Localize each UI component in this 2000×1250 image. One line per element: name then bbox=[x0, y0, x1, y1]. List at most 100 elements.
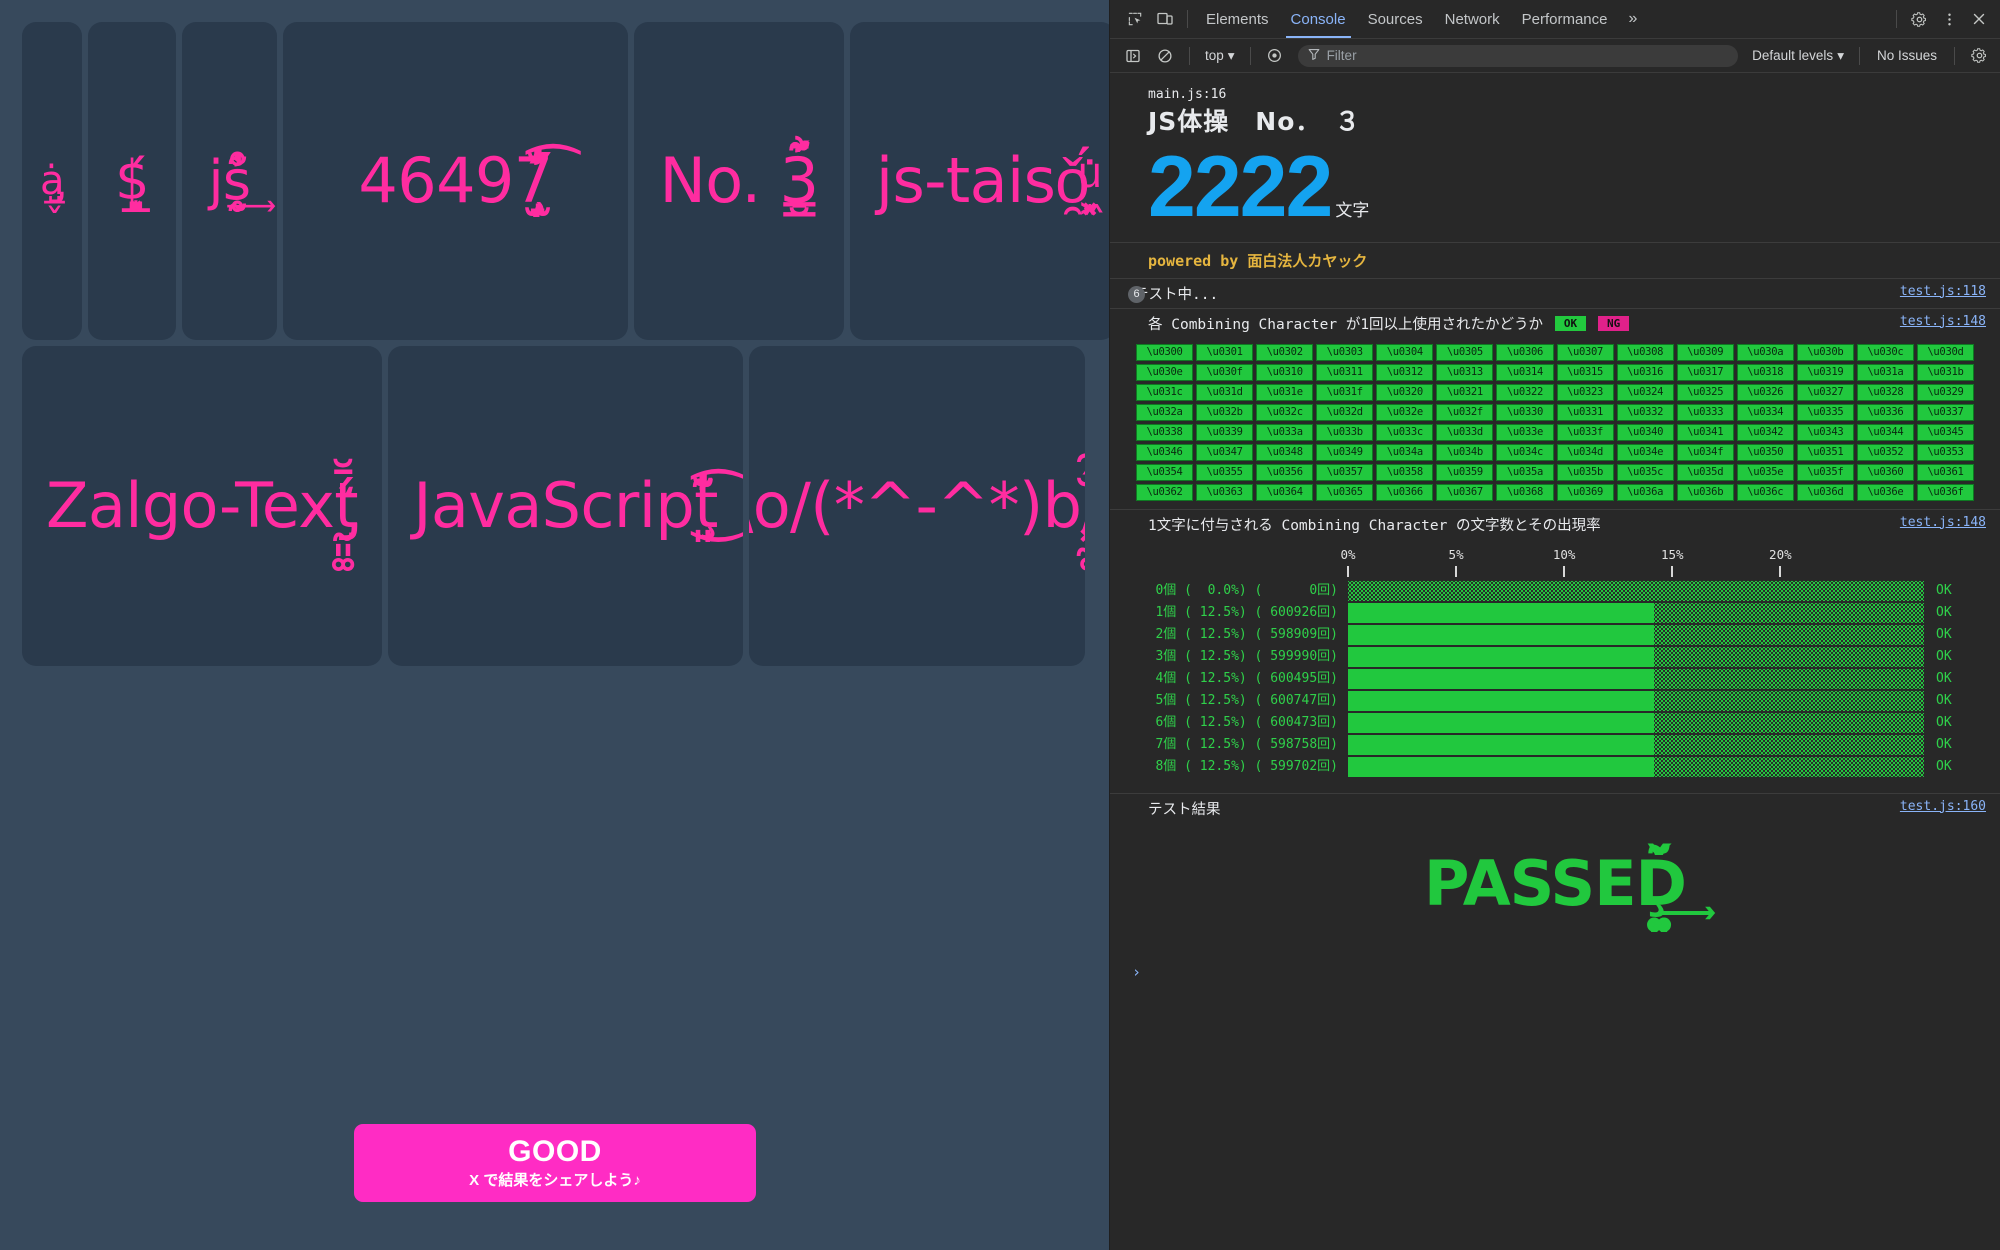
console-toolbar: top ▾ Default levels ▾ No Issues bbox=[1110, 39, 2000, 73]
result-source-link[interactable]: test.js:160 bbox=[1900, 799, 1986, 814]
zalgo-card-js-taiso[interactable]: js-taisǒ̯͖͙͓́̇ͧ bbox=[850, 22, 1109, 340]
histogram-row: 2個 ( 12.5%) ( 598909回) OK bbox=[1136, 624, 1986, 645]
tabbar-divider-right bbox=[1896, 10, 1897, 28]
combining-char-cell: \u0341 bbox=[1676, 423, 1734, 441]
combining-char-cell: \u034a bbox=[1376, 443, 1434, 461]
tab-network[interactable]: Network bbox=[1434, 0, 1511, 38]
combining-char-cell: \u0312 bbox=[1376, 363, 1434, 381]
histogram-row-status: OK bbox=[1936, 582, 1952, 598]
combining-char-cell: \u033e bbox=[1496, 423, 1554, 441]
combining-char-cell: \u0345 bbox=[1916, 423, 1974, 441]
testing-source-link[interactable]: test.js:118 bbox=[1900, 284, 1986, 299]
combining-char-cell: \u032d bbox=[1316, 403, 1374, 421]
execution-context-select[interactable]: top ▾ bbox=[1199, 46, 1241, 66]
axis-tick-mark bbox=[1563, 565, 1566, 577]
clear-console-icon[interactable] bbox=[1150, 42, 1180, 70]
combining-char-cell: \u035b bbox=[1556, 463, 1614, 481]
banner-char-count: 2222 bbox=[1148, 139, 1333, 235]
zalgo-card-dollar[interactable]: $̲̟͓͈́ bbox=[88, 22, 176, 340]
histogram-bar-fill bbox=[1348, 602, 1655, 623]
console-settings-gear-icon[interactable] bbox=[1964, 42, 1994, 70]
zalgo-card-js[interactable]: js̰̥̓̊̃͢ bbox=[182, 22, 277, 340]
combining-char-cell: \u0342 bbox=[1736, 423, 1794, 441]
combining-char-cell: \u0323 bbox=[1556, 383, 1614, 401]
combining-char-cell: \u0369 bbox=[1556, 483, 1614, 501]
histogram-row: 5個 ( 12.5%) ( 600747回) OK bbox=[1136, 690, 1986, 711]
cc-test-text: 各 Combining Character が1回以上使用されたかどうか bbox=[1148, 316, 1544, 333]
combining-char-histogram: 0% 5% 10% 15% 20% 0個 ( 0.0%) ( 0回) OK 1個 ( 12.… bbox=[1110, 539, 2000, 793]
console-message-result: テスト結果 test.js:160 bbox=[1110, 794, 2000, 823]
zalgo-text-dollar: $̲̟͓͈́ bbox=[115, 148, 149, 212]
card-row-bottom: Zalgo-Text̡̰͈͚́̄̆̒ JavaScripţ͈̆̓̃͜͡ \o/… bbox=[22, 346, 1085, 666]
combining-char-cell: \u0321 bbox=[1436, 383, 1494, 401]
combining-char-cell: \u030f bbox=[1196, 363, 1254, 381]
combining-char-cell: \u031a bbox=[1856, 363, 1914, 381]
combining-char-cell: \u0351 bbox=[1796, 443, 1854, 461]
combining-char-cell: \u030d bbox=[1916, 343, 1974, 361]
close-devtools-icon[interactable] bbox=[1964, 5, 1994, 33]
combining-char-cell: \u0327 bbox=[1796, 383, 1854, 401]
combining-char-cell: \u036f bbox=[1916, 483, 1974, 501]
log-levels-select[interactable]: Default levels ▾ bbox=[1746, 46, 1850, 66]
device-toolbar-icon[interactable] bbox=[1150, 5, 1180, 33]
histogram-row-label: 7個 ( 12.5%) ( 598758回) bbox=[1155, 736, 1338, 752]
combining-char-cell: \u0324 bbox=[1616, 383, 1674, 401]
settings-gear-icon[interactable] bbox=[1904, 5, 1934, 33]
combining-char-cell: \u0302 bbox=[1256, 343, 1314, 361]
combining-char-cell: \u030c bbox=[1856, 343, 1914, 361]
tab-elements[interactable]: Elements bbox=[1195, 0, 1280, 38]
no-issues-button[interactable]: No Issues bbox=[1869, 46, 1945, 65]
combining-char-cell: \u0325 bbox=[1676, 383, 1734, 401]
console-filter-box[interactable] bbox=[1297, 44, 1739, 67]
combining-char-cell: \u0310 bbox=[1256, 363, 1314, 381]
tab-sources[interactable]: Sources bbox=[1357, 0, 1434, 38]
filter-funnel-icon bbox=[1308, 47, 1320, 65]
tab-performance[interactable]: Performance bbox=[1511, 0, 1619, 38]
zalgo-card-no3[interactable]: No. 3̮̳͇́̄̃͂͗ bbox=[634, 22, 844, 340]
more-tabs-icon[interactable]: » bbox=[1619, 10, 1648, 28]
histogram-row-status: OK bbox=[1936, 736, 1952, 752]
histogram-row-label: 8個 ( 12.5%) ( 599702回) bbox=[1155, 758, 1338, 774]
combining-char-cell: \u0333 bbox=[1676, 403, 1734, 421]
axis-tick-mark bbox=[1671, 565, 1674, 577]
combining-char-cell: \u034d bbox=[1556, 443, 1614, 461]
combining-char-cell: \u0362 bbox=[1136, 483, 1194, 501]
combining-char-cell: \u0336 bbox=[1856, 403, 1914, 421]
zalgo-card-javascript[interactable]: JavaScripţ͈̆̓̃͜͡ bbox=[388, 346, 743, 666]
zalgo-card-46497[interactable]: 46497̧̦̟̫̆̋̓́͡ bbox=[283, 22, 628, 340]
combining-char-cell: \u036c bbox=[1736, 483, 1794, 501]
combining-char-cell: \u0346 bbox=[1136, 443, 1194, 461]
combining-char-cell: \u033f bbox=[1556, 423, 1614, 441]
zalgo-card-kaomoji[interactable]: \o/(*^-^*)b/͓̰̥̆́̑ bbox=[749, 346, 1085, 666]
inspect-element-icon[interactable] bbox=[1120, 5, 1150, 33]
toolbar-divider-4 bbox=[1954, 46, 1955, 65]
console-filter-input[interactable] bbox=[1326, 48, 1729, 63]
histogram-bar-fill bbox=[1348, 668, 1655, 689]
combining-char-cell: \u035f bbox=[1796, 463, 1854, 481]
combining-char-cell: \u0337 bbox=[1916, 403, 1974, 421]
axis-tick-label: 15% bbox=[1660, 546, 1684, 562]
zalgo-card-a[interactable]: ȧ̡̲̺̬ bbox=[22, 22, 82, 340]
histogram-row-label: 6個 ( 12.5%) ( 600473回) bbox=[1155, 714, 1338, 730]
console-output[interactable]: main.js:16 JS体操 No． ３ 2222 文字 powered by … bbox=[1110, 73, 2000, 1250]
cc-test-source-link[interactable]: test.js:148 bbox=[1900, 314, 1986, 329]
live-expression-eye-icon[interactable] bbox=[1260, 42, 1290, 70]
tab-console[interactable]: Console bbox=[1280, 0, 1357, 38]
banner-source-link[interactable]: main.js:16 bbox=[1148, 87, 1226, 102]
combining-char-cell: \u0308 bbox=[1616, 343, 1674, 361]
combining-char-cell: \u0334 bbox=[1736, 403, 1794, 421]
more-options-icon[interactable] bbox=[1934, 5, 1964, 33]
histogram-bar-fill bbox=[1348, 624, 1655, 645]
combining-char-cell: \u034b bbox=[1436, 443, 1494, 461]
combining-char-cell: \u0303 bbox=[1316, 343, 1374, 361]
combining-char-cell: \u0335 bbox=[1796, 403, 1854, 421]
histogram-row-label: 0個 ( 0.0%) ( 0回) bbox=[1155, 582, 1338, 598]
console-prompt[interactable]: › bbox=[1110, 955, 2000, 989]
execution-context-label: top bbox=[1205, 48, 1224, 63]
histogram-x-axis: 0% 5% 10% 15% 20% bbox=[1340, 546, 1856, 581]
histogram-source-link[interactable]: test.js:148 bbox=[1900, 515, 1986, 530]
toolbar-divider-3 bbox=[1858, 46, 1860, 65]
share-result-button[interactable]: GOOD X で結果をシェアしよう♪ bbox=[354, 1124, 756, 1202]
console-sidebar-toggle-icon[interactable] bbox=[1118, 42, 1148, 70]
zalgo-card-zalgo-text[interactable]: Zalgo-Text̡̰͈͚́̄̆̒ bbox=[22, 346, 382, 666]
